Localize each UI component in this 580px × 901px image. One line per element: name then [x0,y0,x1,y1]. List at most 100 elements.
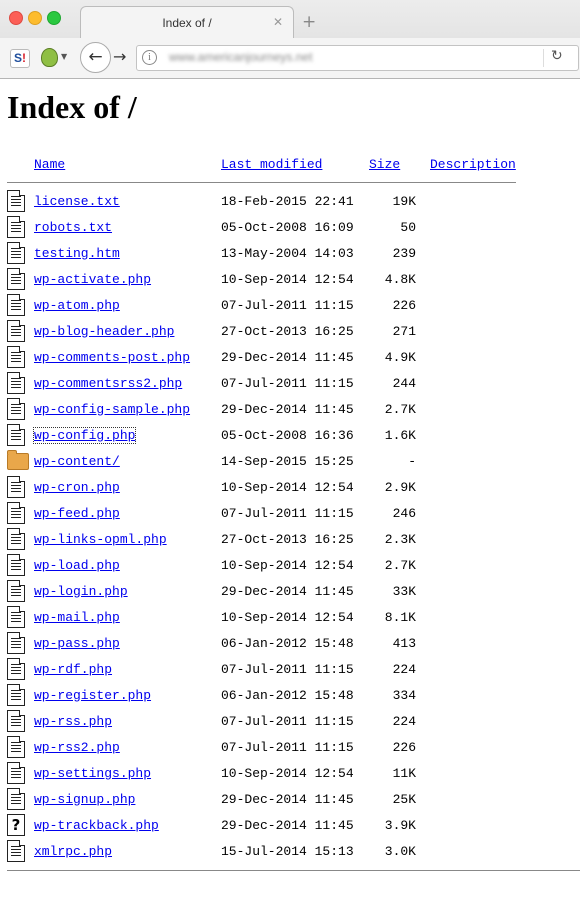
table-row: wp-rss.php 07-Jul-2011 11:15 224 [7,708,516,734]
file-link[interactable]: wp-login.php [34,584,128,599]
size-cell: 271 [392,323,416,339]
file-link[interactable]: wp-activate.php [34,272,151,287]
table-row: wp-blog-header.php 27-Oct-2013 16:25 271 [7,318,516,344]
text-file-icon [7,580,25,602]
file-link[interactable]: wp-atom.php [34,298,120,313]
file-link[interactable]: wp-config.php [32,426,137,444]
description-cell [430,630,516,656]
sort-by-name-link[interactable]: Name [34,157,65,172]
browser-tab[interactable]: Index of / ✕ [80,6,294,39]
forward-button[interactable]: → [113,47,126,66]
file-link[interactable]: wp-load.php [34,558,120,573]
last-modified-cell: 06-Jan-2012 15:48 [221,687,354,703]
table-row: xmlrpc.php 15-Jul-2014 15:13 3.0K [7,838,516,864]
file-link[interactable]: wp-trackback.php [34,818,159,833]
text-file-icon [7,736,25,758]
size-cell: - [408,453,416,469]
description-cell [430,760,516,786]
file-link[interactable]: testing.htm [34,246,120,261]
back-button[interactable]: ← [80,42,111,73]
icon-cell [7,292,34,318]
file-link[interactable]: xmlrpc.php [34,844,112,859]
file-link[interactable]: wp-config-sample.php [34,402,190,417]
icon-cell [7,526,34,552]
last-modified-cell: 07-Jul-2011 11:15 [221,297,354,313]
text-file-icon [7,294,25,316]
text-file-icon [7,684,25,706]
description-cell [430,474,516,500]
sj-logo-s: S [13,51,22,65]
last-modified-cell: 29-Dec-2014 11:45 [221,401,354,417]
file-link[interactable]: license.txt [34,194,120,209]
last-modified-cell: 07-Jul-2011 11:15 [221,661,354,677]
address-bar[interactable]: i www.americanjourneys.net ↻ [136,45,579,71]
extension-sj-icon[interactable]: S! [10,49,30,68]
file-link[interactable]: wp-register.php [34,688,151,703]
chevron-down-icon[interactable]: ▼ [61,52,67,61]
icon-cell [7,240,34,266]
file-link[interactable]: wp-signup.php [34,792,135,807]
icon-cell [7,578,34,604]
text-file-icon [7,762,25,784]
file-link[interactable]: wp-rdf.php [34,662,112,677]
file-link[interactable]: wp-settings.php [34,766,151,781]
sort-by-description-link[interactable]: Description [430,157,516,172]
table-row: ? wp-trackback.php 29-Dec-2014 11:45 3.9K [7,812,516,838]
size-cell: 239 [392,245,416,261]
file-link[interactable]: robots.txt [34,220,112,235]
description-cell [430,318,516,344]
icon-cell [7,500,34,526]
icon-cell [7,448,34,474]
folder-icon [7,449,29,470]
size-cell: 226 [392,297,416,313]
file-link[interactable]: wp-feed.php [34,506,120,521]
tab-close-icon[interactable]: ✕ [273,15,283,29]
file-link[interactable]: wp-links-opml.php [34,532,167,547]
icon-cell [7,682,34,708]
description-cell [430,292,516,318]
last-modified-cell: 29-Dec-2014 11:45 [221,791,354,807]
last-modified-cell: 29-Dec-2014 11:45 [221,583,354,599]
file-link[interactable]: wp-cron.php [34,480,120,495]
file-link[interactable]: wp-pass.php [34,636,120,651]
divider [7,870,580,871]
file-link[interactable]: wp-mail.php [34,610,120,625]
window-maximize-button[interactable] [47,11,61,25]
table-row: wp-rss2.php 07-Jul-2011 11:15 226 [7,734,516,760]
table-row: wp-register.php 06-Jan-2012 15:48 334 [7,682,516,708]
table-header-row: Name Last modified Size Description [7,154,516,174]
info-icon[interactable]: i [142,50,157,65]
file-link[interactable]: wp-rss2.php [34,740,120,755]
icon-cell [7,838,34,864]
last-modified-cell: 10-Sep-2014 12:54 [221,609,354,625]
sj-logo-bang: ! [22,51,26,65]
last-modified-cell: 29-Dec-2014 11:45 [221,349,354,365]
sort-by-modified-link[interactable]: Last modified [221,157,322,172]
last-modified-cell: 10-Sep-2014 12:54 [221,271,354,287]
reload-icon[interactable]: ↻ [551,48,563,64]
last-modified-cell: 14-Sep-2015 15:25 [221,453,354,469]
sort-by-size-link[interactable]: Size [369,157,400,172]
text-file-icon [7,528,25,550]
table-row: wp-rdf.php 07-Jul-2011 11:15 224 [7,656,516,682]
last-modified-cell: 05-Oct-2008 16:36 [221,427,354,443]
window-minimize-button[interactable] [28,11,42,25]
window-close-button[interactable] [9,11,23,25]
icon-cell [7,552,34,578]
url-text[interactable]: www.americanjourneys.net [169,50,312,64]
file-link[interactable]: wp-rss.php [34,714,112,729]
file-link[interactable]: wp-blog-header.php [34,324,174,339]
file-link[interactable]: wp-comments-post.php [34,350,190,365]
file-link[interactable]: wp-content/ [34,454,120,469]
onion-extension-icon[interactable] [41,48,58,67]
header-separator-row [7,174,516,188]
description-cell [430,734,516,760]
text-file-icon [7,346,25,368]
last-modified-cell: 05-Oct-2008 16:09 [221,219,354,235]
size-cell: 2.7K [384,401,416,417]
new-tab-button[interactable]: + [302,12,316,32]
text-file-icon [7,372,25,394]
description-cell [430,656,516,682]
file-link[interactable]: wp-commentsrss2.php [34,376,182,391]
icon-cell [7,708,34,734]
